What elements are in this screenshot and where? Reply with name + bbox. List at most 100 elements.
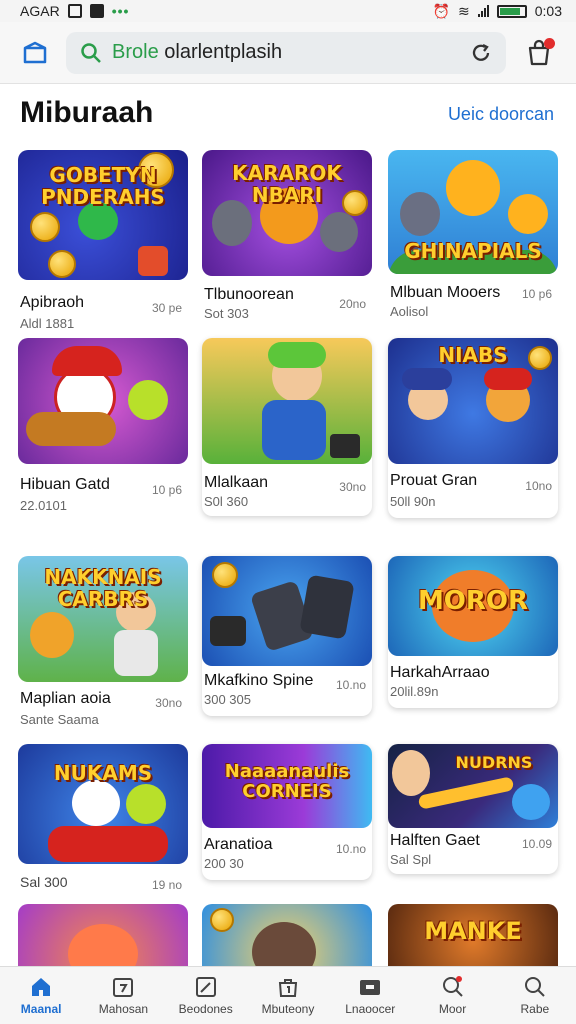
- nav-item-folder[interactable]: Lnaoocer: [329, 967, 411, 1024]
- view-all-link[interactable]: Ueic doorcan: [448, 104, 554, 125]
- game-thumbnail: NUDRNS: [388, 744, 558, 828]
- game-card[interactable]: Hibuan Gatd 10 p6 22.0101: [18, 338, 188, 518]
- notification-badge: [544, 37, 555, 49]
- game-art-title: MANKE: [424, 917, 522, 945]
- game-thumbnail: NIABS: [388, 338, 558, 464]
- game-card[interactable]: [202, 904, 372, 966]
- game-sub: Sante Saama: [20, 712, 99, 727]
- game-art-title: NIABS: [438, 343, 508, 367]
- game-thumbnail: GOBETYN PNDERAHS: [18, 150, 188, 280]
- game-count: 30no: [339, 480, 366, 494]
- game-card[interactable]: NUKAMS Sal 300 19 no: [18, 744, 188, 894]
- game-thumbnail: [202, 904, 372, 966]
- game-name: Mkafkino Spine: [204, 672, 314, 689]
- game-card[interactable]: MANKE: [388, 904, 558, 966]
- nav-item-calendar[interactable]: Mahosan: [82, 967, 164, 1024]
- game-card[interactable]: KARAROK NBARI Tlbunoorean 20no Sot 303: [202, 150, 372, 330]
- game-card[interactable]: MOROR HarkahArraao 20lil.89n: [388, 556, 558, 708]
- box-icon[interactable]: [18, 36, 52, 70]
- nav-item-search[interactable]: Rabe: [494, 967, 576, 1024]
- game-card[interactable]: GOBETYN PNDERAHS Apibraoh 30 pe Aldl 188…: [18, 150, 188, 331]
- game-card[interactable]: [18, 904, 188, 966]
- search-bar[interactable]: Brole olarlentplasih: [66, 31, 506, 74]
- refresh-icon[interactable]: [470, 42, 492, 64]
- game-name: HarkahArraao: [390, 664, 490, 681]
- signal-icon: [477, 5, 489, 17]
- game-name: Apibraoh: [20, 294, 85, 311]
- game-art-title: MOROR: [417, 586, 529, 616]
- game-card[interactable]: Naaaanaulis CORNEIS Aranatioa 10.no 200 …: [202, 744, 372, 880]
- alarm-icon: ⏰: [432, 2, 451, 19]
- edit-icon: [194, 975, 218, 999]
- game-art-title: KARAROK NBARI: [232, 161, 342, 207]
- game-thumbnail: MOROR: [388, 556, 558, 656]
- nav-item-edit[interactable]: Beodones: [165, 967, 247, 1024]
- game-card[interactable]: NAKKNAIS CARBRS Maplian aoia 30no Sante …: [18, 556, 188, 732]
- nav-item-home[interactable]: Maanal: [0, 967, 82, 1024]
- game-sub: Sot 303: [204, 306, 249, 321]
- game-name: Hibuan Gatd: [20, 476, 110, 493]
- search-query: olarlentplasih: [164, 41, 283, 63]
- game-count: 19 no: [151, 878, 182, 892]
- section-title: Miburaah: [20, 96, 154, 129]
- game-art-title: NUKAMS: [53, 761, 153, 785]
- game-thumbnail: [18, 904, 188, 966]
- nav-label: Mbuteony: [261, 1002, 315, 1016]
- game-count: 10no: [525, 479, 552, 493]
- game-sub: Aldl 1881: [20, 316, 75, 331]
- game-count: 20no: [339, 297, 366, 311]
- nav-label: Beodones: [178, 1002, 233, 1016]
- game-sub: 22.0101: [20, 498, 67, 513]
- nav-label: Moor: [438, 1002, 467, 1016]
- nav-item-search-alert[interactable]: Moor: [411, 967, 493, 1024]
- game-sub: Sal 300: [20, 874, 68, 890]
- game-sub: Sal Spl: [390, 852, 432, 867]
- game-thumbnail: [202, 338, 372, 464]
- game-sub: 20lil.89n: [390, 684, 439, 699]
- game-name: Halften Gaet: [390, 832, 480, 849]
- game-thumbnail: Naaaanaulis CORNEIS: [202, 744, 372, 828]
- home-icon: [29, 975, 53, 999]
- game-count: 10.09: [521, 837, 552, 851]
- game-card[interactable]: NIABS Prouat Gran 10no 50ll 90n: [388, 338, 558, 518]
- search-icon: [81, 42, 101, 63]
- game-sub: S0l 360: [204, 494, 249, 509]
- carrier-label: AGAR: [20, 3, 60, 19]
- game-card[interactable]: Mkafkino Spine 10.no 300 305: [202, 556, 372, 716]
- game-name: Tlbunoorean: [204, 286, 294, 303]
- game-card[interactable]: GHINAPIALS Mlbuan Mooers 10 p6 Aolisol: [388, 150, 558, 330]
- nav-item-bag[interactable]: Mbuteony: [247, 967, 329, 1024]
- game-count: 10 p6: [521, 287, 552, 301]
- battery-icon: [496, 4, 527, 18]
- search-brand: Brole: [112, 41, 159, 63]
- game-art-title: NAKKNAIS CARBRS: [44, 565, 162, 611]
- app-notification-icon: [89, 4, 104, 18]
- status-time: 0:03: [534, 3, 562, 19]
- game-count: 10.no: [335, 678, 366, 692]
- game-thumbnail: [18, 338, 188, 464]
- nav-label: Rabe: [520, 1002, 550, 1016]
- game-name: Mlbuan Mooers: [390, 284, 501, 301]
- bottom-nav: Maanal Mahosan Beodones Mbuteony Lnaooce…: [0, 966, 576, 1024]
- game-thumbnail: KARAROK NBARI: [202, 150, 372, 276]
- status-bar: AGAR ••• ⏰ ≋ 0:03: [0, 0, 576, 22]
- game-thumbnail: NAKKNAIS CARBRS: [18, 556, 188, 682]
- game-card[interactable]: Mlalkaan 30no S0l 360: [202, 338, 372, 516]
- game-thumbnail: [202, 556, 372, 666]
- game-name: Aranatioa: [204, 836, 273, 853]
- notification-button[interactable]: [520, 34, 558, 72]
- wifi-icon: ≋: [458, 2, 470, 19]
- game-thumbnail: MANKE: [388, 904, 558, 966]
- search-alert-icon: [441, 975, 465, 999]
- search-icon: [523, 975, 547, 999]
- game-sub: 50ll 90n: [390, 494, 436, 509]
- game-sub: 300 305: [204, 692, 251, 707]
- folder-icon: [358, 975, 382, 999]
- nav-label: Maanal: [20, 1002, 62, 1016]
- game-card[interactable]: NUDRNS Halften Gaet 10.09 Sal Spl: [388, 744, 558, 874]
- game-thumbnail: NUKAMS: [18, 744, 188, 864]
- game-name: Prouat Gran: [390, 472, 478, 489]
- game-art-title: Naaaanaulis CORNEIS: [224, 761, 350, 802]
- search-input[interactable]: Brole olarlentplasih: [112, 41, 460, 64]
- game-art-title: GHINAPIALS: [404, 239, 542, 263]
